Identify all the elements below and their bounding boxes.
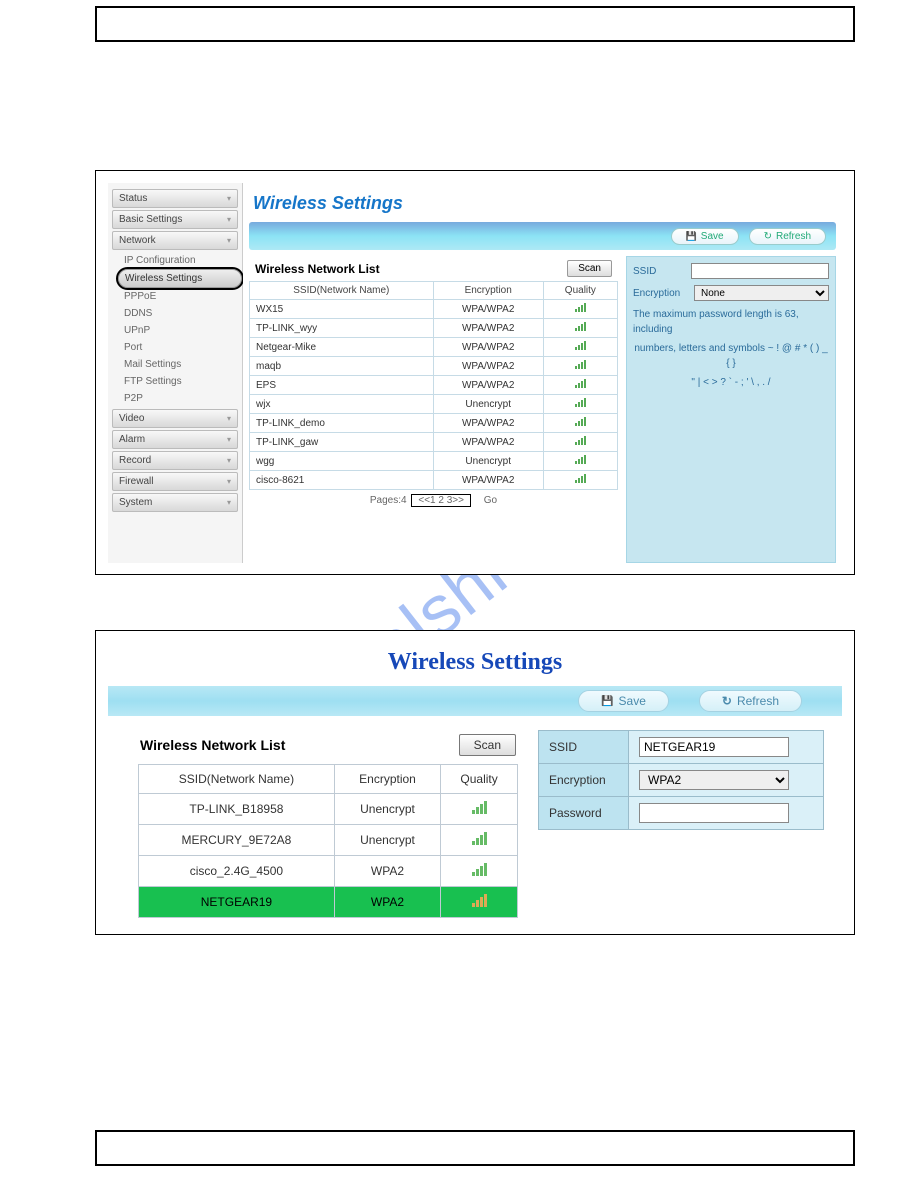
table-row[interactable]: TP-LINK_wyyWPA/WPA2 [250, 319, 618, 338]
encryption-label: Encryption [539, 764, 629, 797]
signal-icon [575, 398, 586, 407]
table-row[interactable]: TP-LINK_B18958Unencrypt [139, 794, 518, 825]
sidebar-item-wireless-settings[interactable]: Wireless Settings [118, 269, 242, 288]
signal-icon [472, 801, 487, 814]
screenshot-2: Wireless Settings Save Refresh Wireless … [95, 630, 855, 935]
signal-icon [575, 379, 586, 388]
table-row[interactable]: NETGEAR19WPA2 [139, 887, 518, 918]
table-row[interactable]: TP-LINK_demoWPA/WPA2 [250, 414, 618, 433]
ssid-label: SSID [539, 731, 629, 764]
list-heading: Wireless Network List [140, 737, 285, 753]
hint-text-1: The maximum password length is 63, inclu… [633, 307, 829, 337]
table-row[interactable]: WX15WPA/WPA2 [250, 300, 618, 319]
sidebar-item-ddns[interactable]: DDNS [118, 305, 242, 322]
toolbar: Save Refresh [108, 686, 842, 716]
signal-icon [575, 303, 586, 312]
sidebar-item-ip-configuration[interactable]: IP Configuration [118, 252, 242, 269]
encryption-label: Encryption [633, 288, 688, 299]
list-heading: Wireless Network List [255, 262, 380, 276]
sidebar-cat-network[interactable]: Network▾ [112, 231, 238, 250]
col-quality: Quality [543, 282, 617, 300]
signal-icon [575, 436, 586, 445]
signal-icon [472, 863, 487, 876]
signal-icon [575, 360, 586, 369]
chevron-down-icon: ▾ [227, 435, 231, 444]
signal-icon [575, 455, 586, 464]
refresh-button[interactable]: Refresh [749, 228, 826, 245]
hint-text-3: " | < > ? ` - ; ' \ , . / [633, 375, 829, 390]
sidebar-item-port[interactable]: Port [118, 339, 242, 356]
settings-form: SSID Encryption WPA2 Password [538, 730, 824, 918]
pager-label: Pages:4 [370, 495, 407, 506]
chevron-down-icon: ▾ [227, 414, 231, 423]
sidebar-item-pppoe[interactable]: PPPoE [118, 288, 242, 305]
pager-nav[interactable]: <<1 2 3>> [411, 494, 471, 507]
chevron-down-icon: ▾ [227, 477, 231, 486]
sidebar-item-mail-settings[interactable]: Mail Settings [118, 356, 242, 373]
encryption-select[interactable]: WPA2 [639, 770, 789, 790]
page-title: Wireless Settings [108, 643, 842, 686]
signal-icon [575, 474, 586, 483]
sidebar-cat-video[interactable]: Video▾ [112, 409, 238, 428]
table-row[interactable]: Netgear-MikeWPA/WPA2 [250, 338, 618, 357]
save-button[interactable]: Save [578, 690, 669, 712]
col-ssid: SSID(Network Name) [139, 765, 335, 794]
encryption-select[interactable]: None [694, 285, 829, 301]
chevron-down-icon: ▾ [227, 498, 231, 507]
col-quality: Quality [441, 765, 518, 794]
network-table: SSID(Network Name) Encryption Quality WX… [249, 281, 618, 490]
refresh-button[interactable]: Refresh [699, 690, 802, 712]
sidebar-cat-alarm[interactable]: Alarm▾ [112, 430, 238, 449]
page-footer-bar [95, 1130, 855, 1166]
screenshot-1: Status▾ Basic Settings▾ Network▾ IP Configu… [95, 170, 855, 575]
col-encryption: Encryption [433, 282, 543, 300]
table-row[interactable]: MERCURY_9E72A8Unencrypt [139, 825, 518, 856]
sidebar-cat-record[interactable]: Record▾ [112, 451, 238, 470]
sidebar-cat-system[interactable]: System▾ [112, 493, 238, 512]
settings-form: SSID Encryption None The maximum passwor… [626, 256, 836, 563]
col-encryption: Encryption [334, 765, 440, 794]
ssid-label: SSID [633, 266, 685, 277]
password-label: Password [539, 797, 629, 830]
table-row[interactable]: wjxUnencrypt [250, 395, 618, 414]
scan-button[interactable]: Scan [567, 260, 612, 277]
chevron-down-icon: ▾ [227, 456, 231, 465]
sidebar-cat-status[interactable]: Status▾ [112, 189, 238, 208]
table-row[interactable]: wggUnencrypt [250, 452, 618, 471]
sidebar-item-upnp[interactable]: UPnP [118, 322, 242, 339]
sidebar-cat-firewall[interactable]: Firewall▾ [112, 472, 238, 491]
chevron-down-icon: ▾ [227, 194, 231, 203]
ssid-input[interactable] [639, 737, 789, 757]
sidebar-item-ftp-settings[interactable]: FTP Settings [118, 373, 242, 390]
col-ssid: SSID(Network Name) [250, 282, 434, 300]
signal-icon [472, 894, 487, 907]
ssid-input[interactable] [691, 263, 829, 279]
signal-icon [472, 832, 487, 845]
table-row[interactable]: cisco-8621WPA/WPA2 [250, 471, 618, 490]
pager: Pages:4 <<1 2 3>> Go [249, 490, 618, 511]
chevron-down-icon: ▾ [227, 236, 231, 245]
scan-button[interactable]: Scan [459, 734, 516, 756]
table-row[interactable]: TP-LINK_gawWPA/WPA2 [250, 433, 618, 452]
toolbar: Save Refresh [249, 222, 836, 250]
page-title: Wireless Settings [249, 189, 836, 222]
table-row[interactable]: EPSWPA/WPA2 [250, 376, 618, 395]
hint-text-2: numbers, letters and symbols ~ ! @ # * (… [633, 341, 829, 371]
signal-icon [575, 322, 586, 331]
sidebar-item-p2p[interactable]: P2P [118, 390, 242, 407]
signal-icon [575, 417, 586, 426]
save-button[interactable]: Save [671, 228, 739, 245]
signal-icon [575, 341, 586, 350]
table-row[interactable]: maqbWPA/WPA2 [250, 357, 618, 376]
pager-go[interactable]: Go [484, 495, 497, 506]
sidebar-cat-basic-settings[interactable]: Basic Settings▾ [112, 210, 238, 229]
network-table: SSID(Network Name) Encryption Quality TP… [138, 764, 518, 918]
table-row[interactable]: cisco_2.4G_4500WPA2 [139, 856, 518, 887]
password-input[interactable] [639, 803, 789, 823]
chevron-down-icon: ▾ [227, 215, 231, 224]
page-header-bar [95, 6, 855, 42]
sidebar-nav: Status▾ Basic Settings▾ Network▾ IP Configu… [108, 183, 243, 563]
